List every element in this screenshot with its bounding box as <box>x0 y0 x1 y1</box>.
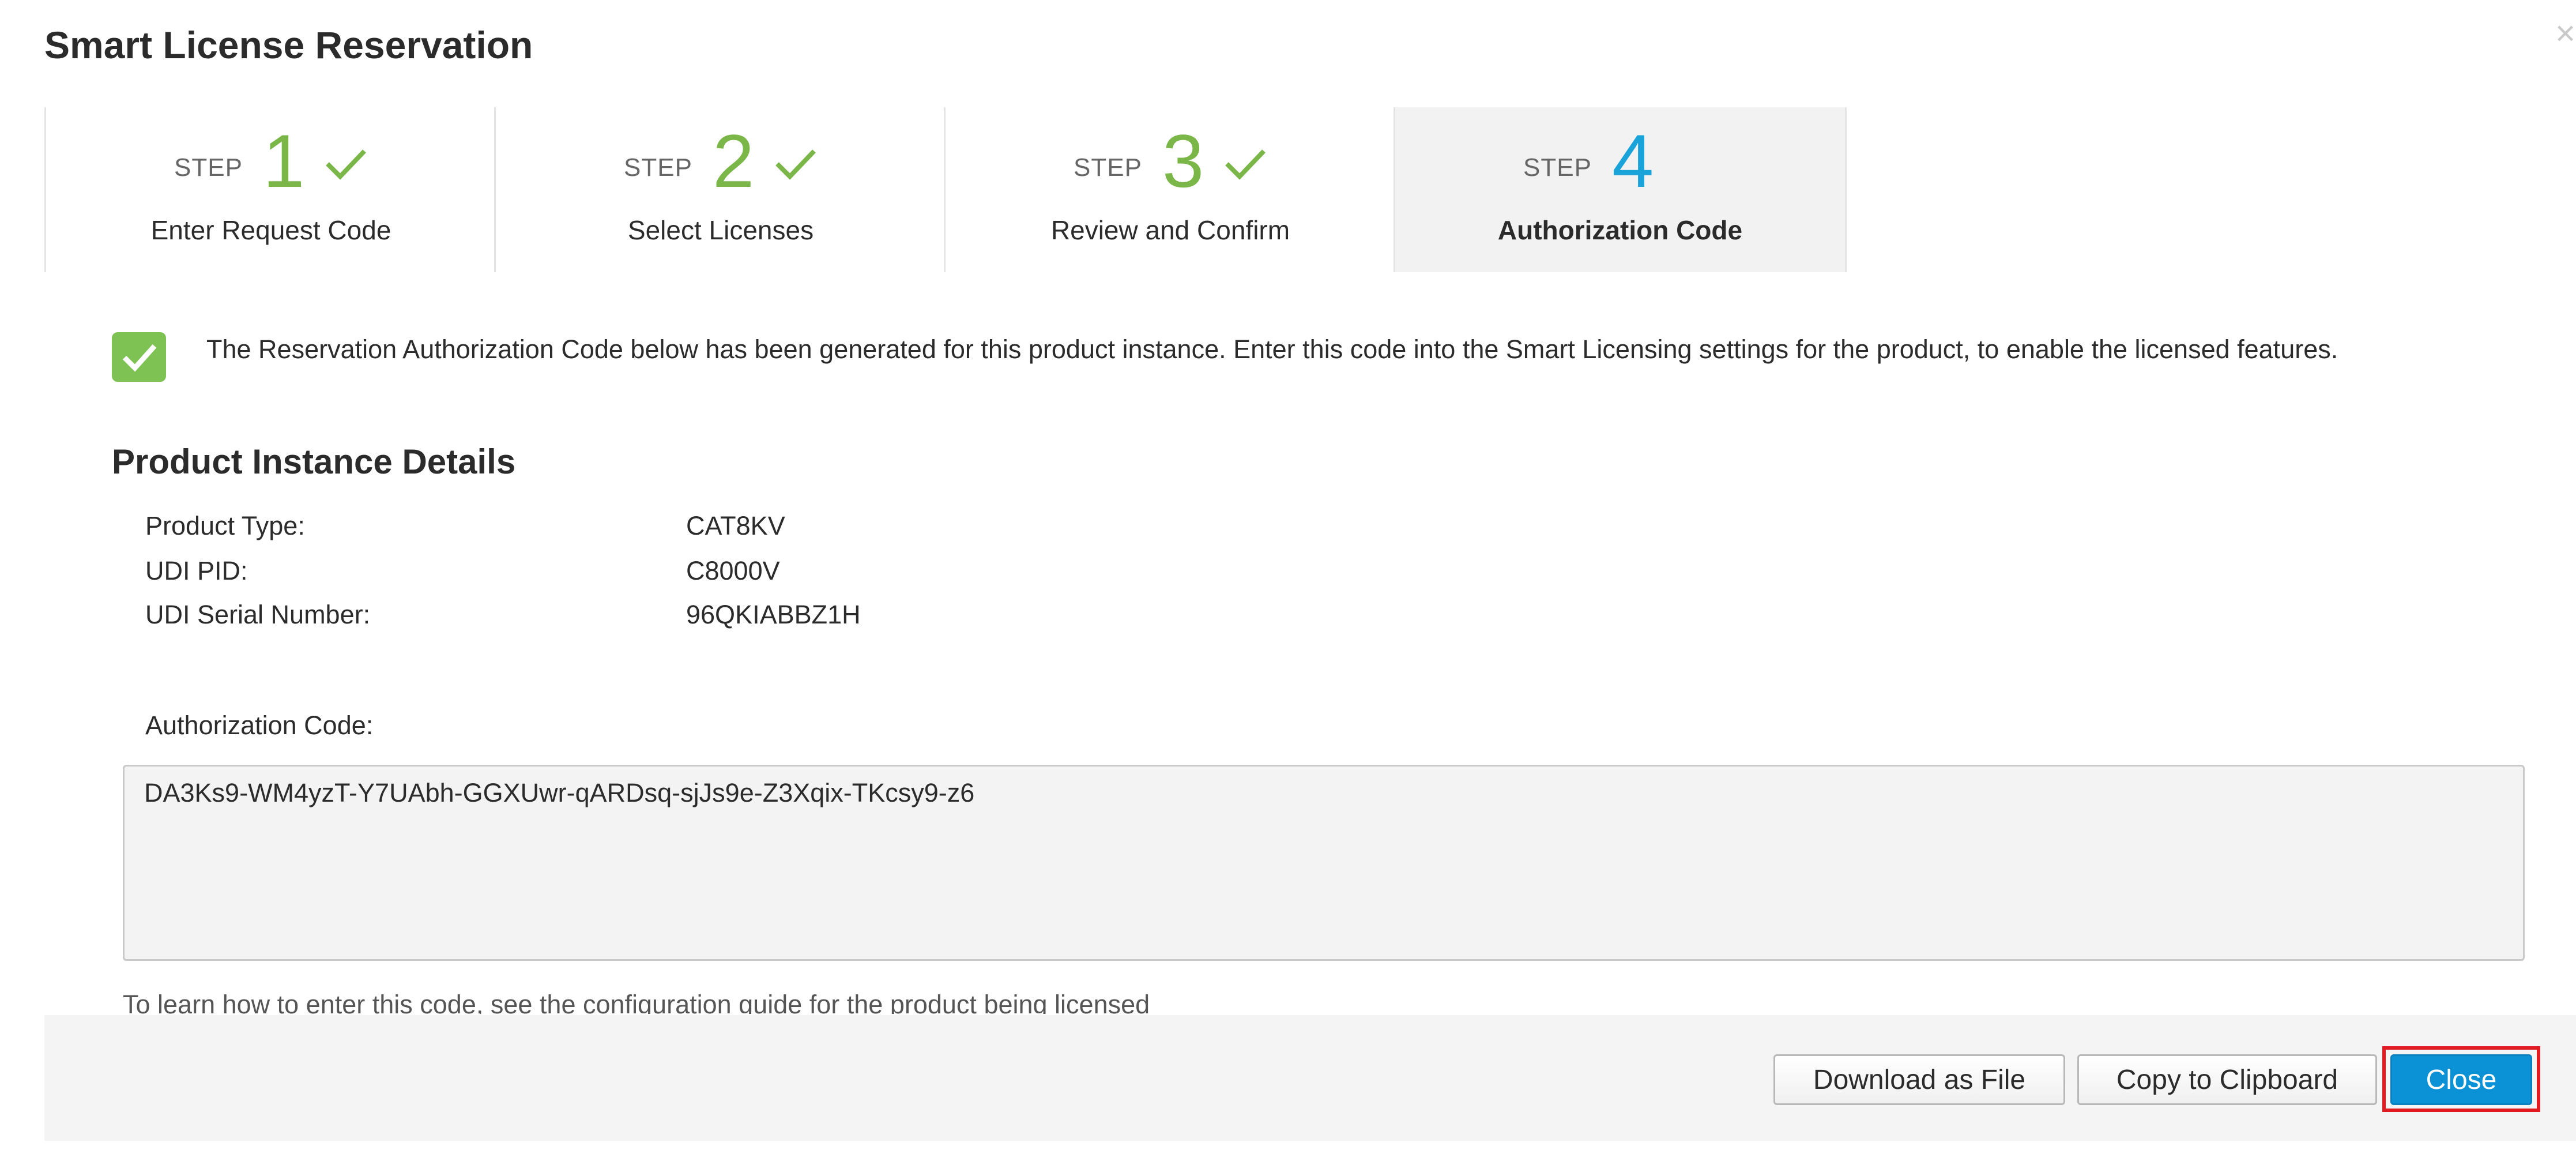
step-word: STEP <box>174 153 243 182</box>
section-title: Product Instance Details <box>112 442 516 481</box>
detail-label: UDI PID: <box>145 556 248 585</box>
dialog-title: Smart License Reservation <box>44 24 533 66</box>
step-word: STEP <box>624 153 692 182</box>
detail-value: 96QKIABBZ1H <box>686 600 861 629</box>
authorization-code-label: Authorization Code: <box>145 711 374 740</box>
help-text: To learn how to enter this code, see the… <box>123 990 1150 1014</box>
detail-value: C8000V <box>686 556 780 585</box>
download-as-file-button[interactable]: Download as File <box>1773 1054 2065 1105</box>
step-label: Select Licenses <box>627 215 814 245</box>
step-number: 3 <box>1162 119 1204 203</box>
checkbox-check-icon <box>112 332 166 382</box>
step-label: Enter Request Code <box>150 215 391 245</box>
highlight-box <box>2382 1046 2540 1112</box>
copy-to-clipboard-button[interactable]: Copy to Clipboard <box>2077 1054 2377 1105</box>
step-3: STEP 3 Review and Confirm <box>944 107 1395 272</box>
step-word: STEP <box>1523 153 1592 182</box>
detail-value: CAT8KV <box>686 511 785 540</box>
step-1: STEP 1 Enter Request Code <box>44 107 496 272</box>
check-icon <box>326 149 366 180</box>
stepper: STEP 1 Enter Request Code STEP 2 Select … <box>44 107 1849 272</box>
step-number: 4 <box>1612 119 1654 203</box>
success-message: The Reservation Authorization Code below… <box>206 335 2338 364</box>
step-number: 1 <box>263 119 305 203</box>
check-icon <box>1225 149 1266 180</box>
step-2: STEP 2 Select Licenses <box>494 107 946 272</box>
authorization-code-field[interactable]: DA3Ks9-WM4yzT-Y7UAbh-GGXUwr-qARDsq-sjJs9… <box>123 765 2525 961</box>
detail-label: Product Type: <box>145 511 305 540</box>
step-label: Authorization Code <box>1497 215 1743 245</box>
step-number: 2 <box>713 119 755 203</box>
step-label: Review and Confirm <box>1050 215 1290 245</box>
step-word: STEP <box>1074 153 1142 182</box>
close-icon[interactable]: × <box>2555 16 2575 51</box>
step-4: STEP 4 Authorization Code <box>1394 107 1847 272</box>
detail-label: UDI Serial Number: <box>145 600 371 629</box>
check-icon <box>775 149 816 180</box>
